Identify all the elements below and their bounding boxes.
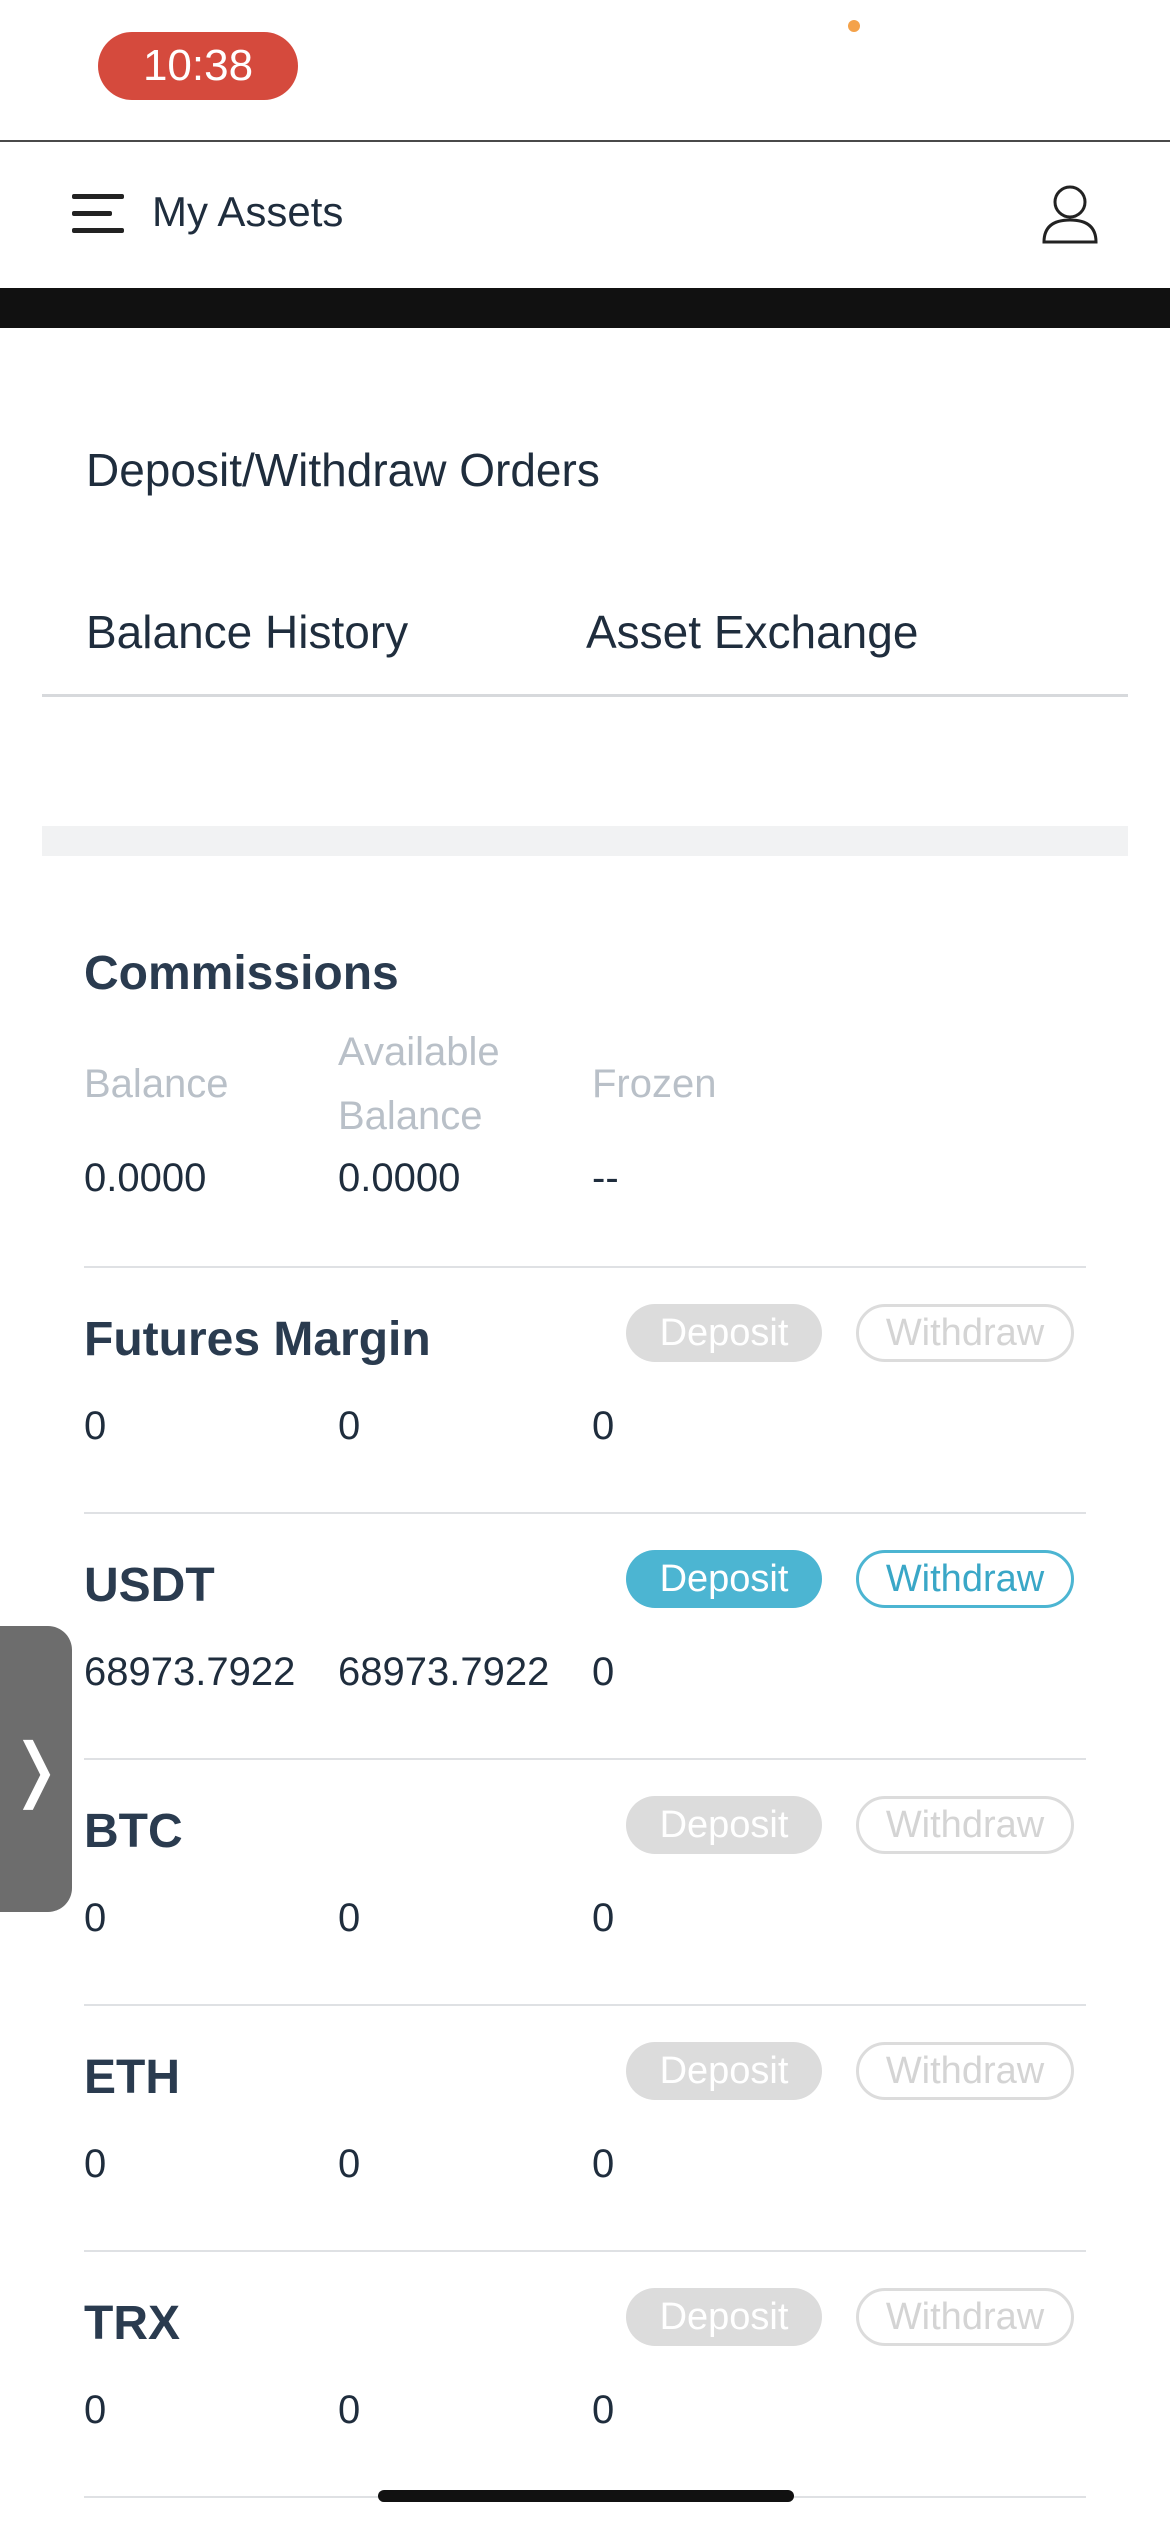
deposit-withdraw-orders-link[interactable]: Deposit/Withdraw Orders <box>86 440 600 500</box>
balance-label: Balance <box>84 1062 229 1106</box>
deposit-button[interactable]: Deposit <box>626 1304 822 1362</box>
asset-balance: 0 <box>84 1404 107 1448</box>
page-title: My Assets <box>152 188 344 235</box>
asset-balance: 68973.7922 <box>84 1650 296 1694</box>
commission-available-value: 0.0000 <box>338 1156 461 1200</box>
menu-icon[interactable] <box>72 194 124 234</box>
privacy-indicator-dot <box>848 20 860 32</box>
withdraw-button[interactable]: Withdraw <box>856 1304 1074 1362</box>
status-time: 10:38 <box>98 32 298 100</box>
commission-balance-value: 0.0000 <box>84 1156 207 1200</box>
asset-name: BTC <box>84 1805 183 1858</box>
section-separator <box>42 826 1128 856</box>
balance-history-link[interactable]: Balance History <box>86 602 408 662</box>
commissions-title: Commissions <box>84 947 399 1000</box>
available-balance-label-line1: Available <box>338 1030 500 1074</box>
asset-name: TRX <box>84 2297 180 2350</box>
asset-frozen: 0 <box>592 1896 615 1940</box>
asset-frozen: 0 <box>592 1404 615 1448</box>
divider <box>42 694 1128 697</box>
deposit-button[interactable]: Deposit <box>626 1550 822 1608</box>
withdraw-button[interactable]: Withdraw <box>856 1550 1074 1608</box>
asset-available: 0 <box>338 1404 361 1448</box>
asset-row-usdt: USDT Deposit Withdraw 68973.7922 68973.7… <box>0 1514 1170 1758</box>
asset-available: 68973.7922 <box>338 1650 550 1694</box>
available-balance-label-line2: Balance <box>338 1094 483 1138</box>
asset-frozen: 0 <box>592 2388 615 2432</box>
asset-frozen: 0 <box>592 1650 615 1694</box>
user-icon[interactable] <box>1040 182 1100 248</box>
frozen-label: Frozen <box>592 1062 717 1106</box>
chevron-right-icon: ❭ <box>6 1730 66 1808</box>
asset-available: 0 <box>338 1896 361 1940</box>
withdraw-button[interactable]: Withdraw <box>856 1796 1074 1854</box>
asset-row-futures-margin: Futures Margin Deposit Withdraw 0 0 0 <box>0 1268 1170 1512</box>
status-bar: 10:38 <box>0 0 1170 140</box>
banner-strip <box>0 288 1170 328</box>
asset-available: 0 <box>338 2142 361 2186</box>
withdraw-button[interactable]: Withdraw <box>856 2288 1074 2346</box>
commission-frozen-value: -- <box>592 1156 619 1200</box>
asset-row-trx: TRX Deposit Withdraw 0 0 0 <box>0 2252 1170 2496</box>
asset-name: ETH <box>84 2051 180 2104</box>
withdraw-button[interactable]: Withdraw <box>856 2042 1074 2100</box>
app-header: My Assets <box>0 140 1170 290</box>
asset-row-btc: BTC Deposit Withdraw 0 0 0 <box>0 1760 1170 2004</box>
home-indicator[interactable] <box>378 2490 794 2502</box>
asset-balance: 0 <box>84 2142 107 2186</box>
deposit-button[interactable]: Deposit <box>626 1796 822 1854</box>
side-drawer-toggle[interactable]: ❭ <box>0 1626 72 1912</box>
asset-exchange-link[interactable]: Asset Exchange <box>586 602 918 662</box>
deposit-button[interactable]: Deposit <box>626 2288 822 2346</box>
asset-name: USDT <box>84 1559 215 1612</box>
asset-row-eth: ETH Deposit Withdraw 0 0 0 <box>0 2006 1170 2250</box>
asset-available: 0 <box>338 2388 361 2432</box>
asset-balance: 0 <box>84 2388 107 2432</box>
asset-balance: 0 <box>84 1896 107 1940</box>
asset-name: Futures Margin <box>84 1313 431 1366</box>
deposit-button[interactable]: Deposit <box>626 2042 822 2100</box>
asset-frozen: 0 <box>592 2142 615 2186</box>
